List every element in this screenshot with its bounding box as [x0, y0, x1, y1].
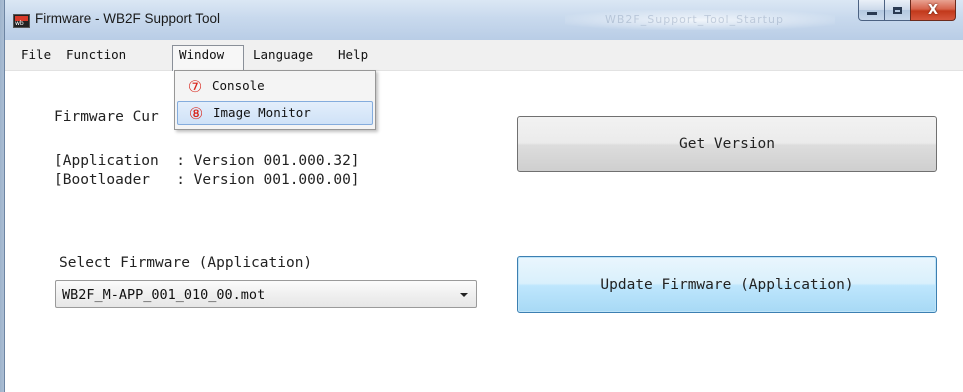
- application-version: [Application : Version 001.000.32]: [54, 153, 360, 169]
- firmware-current-label: Firmware Cur: [54, 109, 159, 125]
- main-content: Firmware Cur [Application : Version 001.…: [5, 71, 963, 392]
- close-icon: X: [927, 2, 939, 18]
- title-bar[interactable]: WB2F_Support_Tool_Startup wb Firmware - …: [5, 0, 963, 40]
- step-number-8: ⑧: [188, 104, 204, 123]
- menu-language[interactable]: Language: [247, 45, 319, 65]
- get-version-button[interactable]: Get Version: [517, 116, 937, 172]
- maximize-button[interactable]: [884, 0, 911, 21]
- menu-bar: File Function Window Language Help: [5, 40, 963, 71]
- screen: WB2F_Support_Tool_Startup wb Firmware - …: [0, 0, 963, 392]
- caption-buttons: X: [858, 0, 956, 22]
- app-window: WB2F_Support_Tool_Startup wb Firmware - …: [4, 0, 963, 392]
- step-number-7: ⑦: [187, 77, 203, 96]
- maximize-icon: [893, 6, 902, 14]
- menu-item-image-monitor[interactable]: ⑧ Image Monitor: [177, 101, 373, 125]
- minimize-icon: [866, 11, 877, 15]
- close-button[interactable]: X: [910, 0, 956, 21]
- firmware-select-value: WB2F_M-APP_001_010_00.mot: [62, 287, 266, 303]
- select-firmware-label: Select Firmware (Application): [59, 255, 313, 271]
- background-window-title: WB2F_Support_Tool_Startup: [605, 13, 784, 26]
- menu-item-console-label: Console: [212, 78, 265, 93]
- update-firmware-button[interactable]: Update Firmware (Application): [517, 256, 937, 313]
- bootloader-version: [Bootloader : Version 001.000.00]: [54, 172, 360, 188]
- menu-item-image-monitor-label: Image Monitor: [213, 105, 311, 120]
- chevron-down-icon[interactable]: [460, 293, 468, 297]
- minimize-button[interactable]: [858, 0, 885, 21]
- menu-help[interactable]: Help: [332, 45, 374, 65]
- firmware-select[interactable]: WB2F_M-APP_001_010_00.mot: [55, 280, 477, 308]
- menu-window[interactable]: Window: [172, 45, 244, 71]
- menu-file[interactable]: File: [15, 45, 57, 65]
- window-menu-dropdown: ⑦ Console ⑧ Image Monitor: [174, 70, 376, 130]
- app-icon[interactable]: wb: [13, 14, 30, 28]
- menu-item-console[interactable]: ⑦ Console: [177, 75, 373, 99]
- menu-function[interactable]: Function: [60, 45, 132, 65]
- window-title: Firmware - WB2F Support Tool: [35, 11, 221, 26]
